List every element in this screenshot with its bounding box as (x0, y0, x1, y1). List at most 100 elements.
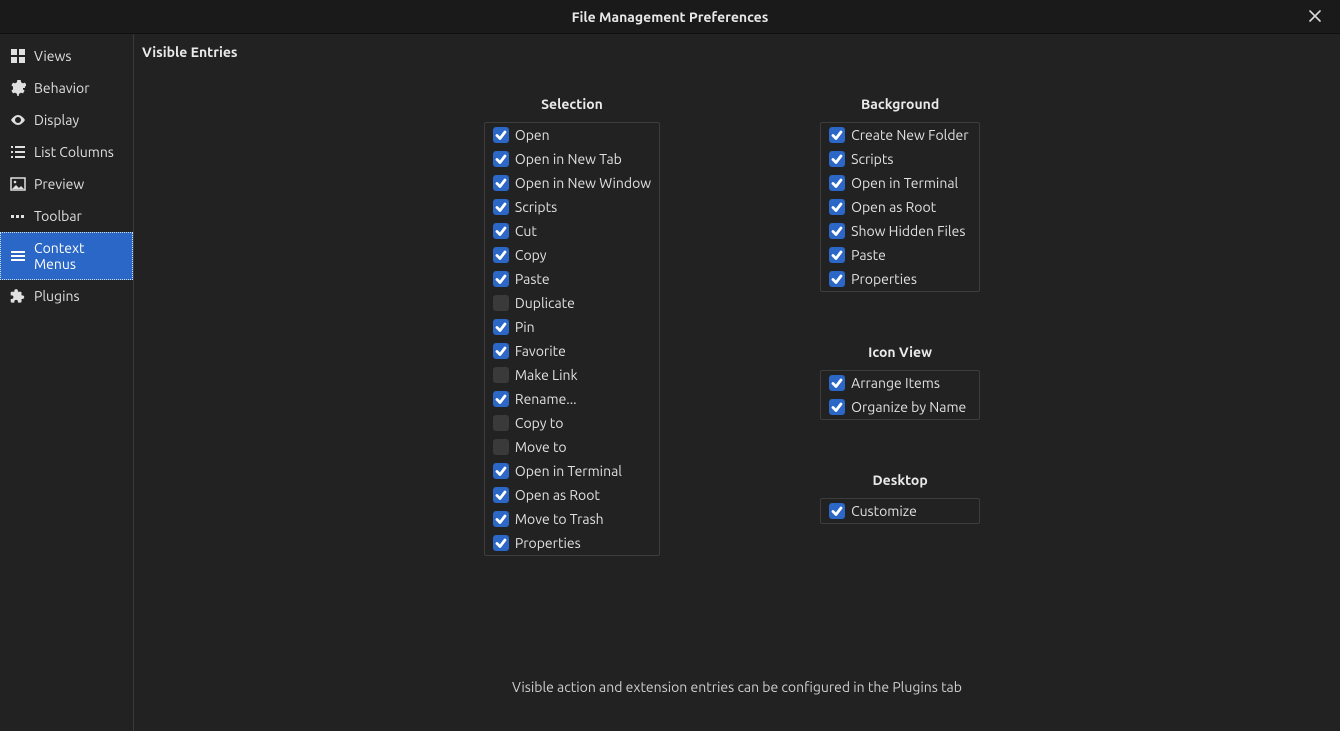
checkbox-row[interactable]: Favorite (485, 339, 659, 363)
checkbox-label: Open in Terminal (515, 463, 622, 479)
checkbox-row[interactable]: Customize (821, 499, 979, 523)
checkbox-row[interactable]: Organize by Name (821, 395, 979, 419)
checkbox-row[interactable]: Copy (485, 243, 659, 267)
checkbox-row[interactable]: Open as Root (821, 195, 979, 219)
checkbox-row[interactable]: Copy to (485, 411, 659, 435)
sidebar-item-behavior[interactable]: Behavior (0, 72, 133, 104)
checkbox-label: Open in New Tab (515, 151, 622, 167)
list-icon (10, 144, 26, 160)
checkbox[interactable] (493, 343, 509, 359)
group-title-icon-view: Icon View (868, 344, 932, 360)
checkbox-label: Properties (515, 535, 581, 551)
checkbox[interactable] (493, 367, 509, 383)
checkbox[interactable] (493, 295, 509, 311)
checkbox-row[interactable]: Rename... (485, 387, 659, 411)
sidebar-item-plugins[interactable]: Plugins (0, 280, 133, 312)
checkbox[interactable] (493, 415, 509, 431)
column-right: Background Create New FolderScriptsOpen … (820, 96, 980, 556)
checkbox-row[interactable]: Open (485, 123, 659, 147)
checkbox-row[interactable]: Open in New Tab (485, 147, 659, 171)
checkbox-label: Copy to (515, 415, 564, 431)
group-desktop: Customize (820, 498, 980, 524)
sidebar-item-label: Context Menus (34, 240, 123, 272)
checkbox[interactable] (829, 399, 845, 415)
checkbox-label: Favorite (515, 343, 566, 359)
checkbox[interactable] (829, 503, 845, 519)
close-button[interactable] (1298, 0, 1332, 34)
sidebar-item-views[interactable]: Views (0, 40, 133, 72)
dots-icon (10, 208, 26, 224)
checkbox-label: Scripts (851, 151, 893, 167)
checkbox[interactable] (829, 375, 845, 391)
checkbox-row[interactable]: Pin (485, 315, 659, 339)
sidebar-item-label: Toolbar (34, 208, 82, 224)
checkbox-label: Scripts (515, 199, 557, 215)
checkbox[interactable] (829, 151, 845, 167)
checkbox-row[interactable]: Properties (821, 267, 979, 291)
checkbox-row[interactable]: Scripts (821, 147, 979, 171)
sidebar-item-toolbar[interactable]: Toolbar (0, 200, 133, 232)
checkbox-label: Copy (515, 247, 547, 263)
checkbox[interactable] (493, 487, 509, 503)
checkbox-label: Customize (851, 503, 917, 519)
checkbox-row[interactable]: Move to (485, 435, 659, 459)
checkbox-label: Rename... (515, 391, 577, 407)
checkbox-row[interactable]: Cut (485, 219, 659, 243)
checkbox[interactable] (829, 175, 845, 191)
sidebar-item-display[interactable]: Display (0, 104, 133, 136)
checkbox[interactable] (493, 463, 509, 479)
checkbox-label: Open as Root (515, 487, 600, 503)
sidebar-item-list-columns[interactable]: List Columns (0, 136, 133, 168)
checkbox-label: Open (515, 127, 550, 143)
checkbox-row[interactable]: Scripts (485, 195, 659, 219)
image-icon (10, 176, 26, 192)
checkbox-row[interactable]: Duplicate (485, 291, 659, 315)
checkbox[interactable] (493, 535, 509, 551)
checkbox[interactable] (829, 127, 845, 143)
sidebar-item-preview[interactable]: Preview (0, 168, 133, 200)
group-title-selection: Selection (541, 96, 603, 112)
checkbox-row[interactable]: Show Hidden Files (821, 219, 979, 243)
close-icon (1309, 9, 1321, 25)
page-heading: Visible Entries (142, 44, 1320, 60)
checkbox-label: Properties (851, 271, 917, 287)
sidebar-item-label: Views (34, 48, 71, 64)
sidebar-item-context-menus[interactable]: Context Menus (0, 232, 133, 280)
checkbox[interactable] (493, 391, 509, 407)
checkbox[interactable] (493, 151, 509, 167)
checkbox-row[interactable]: Arrange Items (821, 371, 979, 395)
eye-icon (10, 112, 26, 128)
sidebar: Views BehaviorDisplayList ColumnsPreview T… (0, 34, 134, 731)
checkbox-row[interactable]: Open as Root (485, 483, 659, 507)
checkbox[interactable] (493, 271, 509, 287)
checkbox[interactable] (493, 511, 509, 527)
checkbox-label: Create New Folder (851, 127, 968, 143)
checkbox[interactable] (829, 271, 845, 287)
checkbox-row[interactable]: Open in Terminal (485, 459, 659, 483)
group-selection: Open Open in New Tab Open in New Window Scr… (484, 122, 660, 556)
gear-icon (10, 80, 26, 96)
checkbox[interactable] (493, 223, 509, 239)
checkbox[interactable] (493, 175, 509, 191)
checkbox-row[interactable]: Properties (485, 531, 659, 555)
checkbox[interactable] (829, 199, 845, 215)
checkbox-row[interactable]: Move to Trash (485, 507, 659, 531)
checkbox[interactable] (493, 439, 509, 455)
checkbox-row[interactable]: Create New Folder (821, 123, 979, 147)
footer-note: Visible action and extension entries can… (134, 679, 1340, 695)
checkbox-row[interactable]: Paste (485, 267, 659, 291)
checkbox-label: Move to Trash (515, 511, 604, 527)
checkbox-row[interactable]: Open in New Window (485, 171, 659, 195)
checkbox[interactable] (493, 199, 509, 215)
checkbox-row[interactable]: Make Link (485, 363, 659, 387)
checkbox-row[interactable]: Paste (821, 243, 979, 267)
checkbox-label: Cut (515, 223, 537, 239)
checkbox-label: Open in New Window (515, 175, 651, 191)
checkbox[interactable] (829, 223, 845, 239)
checkbox-row[interactable]: Open in Terminal (821, 171, 979, 195)
grid-icon (10, 48, 26, 64)
checkbox[interactable] (493, 247, 509, 263)
checkbox[interactable] (493, 319, 509, 335)
checkbox[interactable] (493, 127, 509, 143)
checkbox[interactable] (829, 247, 845, 263)
